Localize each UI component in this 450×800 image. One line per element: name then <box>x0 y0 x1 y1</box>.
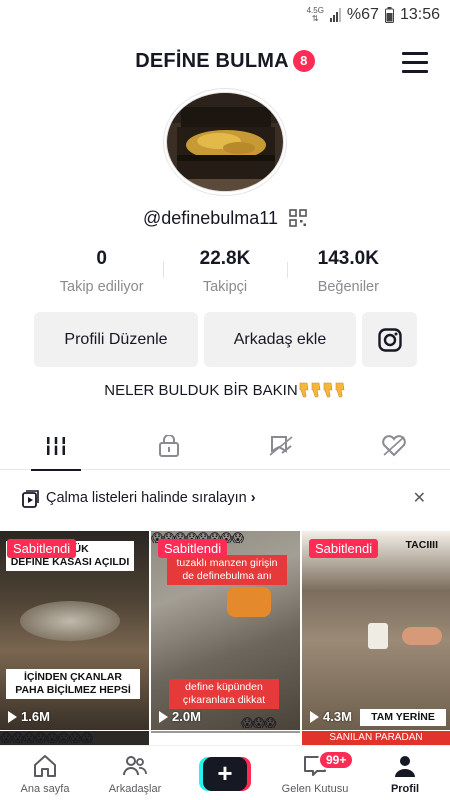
nav-friends[interactable]: Arkadaşlar <box>90 746 180 800</box>
jar-shape <box>368 623 388 649</box>
video-caption-top: TACIIII <box>405 539 438 551</box>
profile-actions: Profili Düzenle Arkadaş ekle <box>34 312 417 367</box>
instagram-button[interactable] <box>362 312 417 367</box>
saved-icon <box>269 436 293 456</box>
profile-icon <box>395 756 415 777</box>
thumbs-down-emoji-icon <box>299 382 309 398</box>
thumbs-down-emoji-icon <box>335 382 345 398</box>
play-icon <box>310 710 319 723</box>
avatar[interactable] <box>166 92 284 192</box>
video-thumbnail[interactable]: SANILAN PARADAN <box>302 731 450 745</box>
nav-home[interactable]: Ana sayfa <box>0 746 90 800</box>
thumbs-down-emoji-icon <box>311 382 321 398</box>
nav-label: Gelen Kutusu <box>281 783 349 795</box>
view-count-value: 4.3M <box>323 709 352 724</box>
bottom-navigation: Ana sayfa Arkadaşlar + 99+ Gelen Kutusu … <box>0 745 450 800</box>
playlist-banner-label: Çalma listeleri halinde sıralayın <box>46 490 247 506</box>
bio-text: NELER BULDUK BİR BAKIN <box>104 382 298 399</box>
tab-liked[interactable] <box>338 422 450 470</box>
glove-shape <box>227 587 271 617</box>
network-indicator: 4.5G ⇅ <box>307 7 324 23</box>
video-thumbnail[interactable]: 😱😱😱😱😱😱😱😱 tuzaklı manzen girişin de defin… <box>151 531 300 730</box>
stat-value: 143.0K <box>317 248 379 269</box>
nav-create[interactable]: + <box>180 746 270 800</box>
video-thumbnail[interactable]: 😱😱😱😱😱😱😱😱 <box>0 731 149 745</box>
stat-following[interactable]: 0 Takip ediliyor <box>40 248 163 298</box>
stat-value: 22.8K <box>199 248 251 269</box>
play-icon <box>8 710 17 723</box>
create-button: + <box>199 757 251 791</box>
bio: NELER BULDUK BİR BAKIN <box>0 382 450 399</box>
video-caption-top: SANILAN PARADAN <box>329 732 423 743</box>
tab-private[interactable] <box>113 422 226 470</box>
view-count: 4.3M <box>310 709 352 724</box>
home-icon <box>34 755 56 777</box>
profile-tabs <box>0 422 450 471</box>
liked-hidden-icon <box>381 435 406 457</box>
video-thumbnail[interactable] <box>151 731 300 745</box>
edit-profile-button[interactable]: Profili Düzenle <box>34 312 198 367</box>
treasure-chest-image <box>167 93 283 191</box>
status-bar: 4.5G ⇅ %67 13:56 <box>0 0 450 30</box>
tab-videos[interactable] <box>0 422 113 471</box>
battery-text: %67 <box>346 6 379 23</box>
stat-likes[interactable]: 143.0K Beğeniler <box>286 248 410 298</box>
nav-label: Ana sayfa <box>20 783 70 795</box>
view-count: 2.0M <box>159 709 201 724</box>
stat-value: 0 <box>96 248 107 269</box>
profile-stats: 0 Takip ediliyor 22.8K Takipçi 143.0K Be… <box>40 248 410 298</box>
lock-icon <box>158 435 179 457</box>
data-arrows-icon: ⇅ <box>311 14 319 23</box>
pinned-badge: Sabitlendi <box>158 539 228 558</box>
stat-label: Takipçi <box>202 279 248 295</box>
notification-badge: 8 <box>292 50 315 72</box>
add-friend-button[interactable]: Arkadaş ekle <box>204 312 356 367</box>
page-title[interactable]: DEFİNE BULMA <box>135 50 289 72</box>
plus-icon: + <box>203 757 247 791</box>
stat-label: Takip ediliyor <box>59 279 144 295</box>
coins-pile <box>20 601 120 641</box>
emoji-decoration: 😱😱😱😱😱😱😱😱 <box>0 731 93 745</box>
nav-label: Arkadaşlar <box>108 783 162 795</box>
profile-header: DEFİNE BULMA 8 <box>0 44 450 84</box>
stat-followers[interactable]: 22.8K Takipçi <box>163 248 286 298</box>
video-thumbnail[interactable]: BÜYÜK DEFİNE KASASI AÇILDI Sabitlendi İÇ… <box>0 531 149 730</box>
playlist-icon <box>22 490 39 508</box>
signal-icon <box>329 8 341 22</box>
close-icon[interactable]: ✕ <box>413 488 426 508</box>
pinned-badge: Sabitlendi <box>309 539 379 558</box>
video-grid: BÜYÜK DEFİNE KASASI AÇILDI Sabitlendi İÇ… <box>0 531 450 745</box>
pinned-badge: Sabitlendi <box>7 539 77 558</box>
video-thumbnail[interactable]: TACIIII Sabitlendi TAM YERİNE 4.3M <box>302 531 450 730</box>
chevron-right-icon: › <box>250 490 256 506</box>
clock: 13:56 <box>399 6 440 23</box>
video-caption-top: tuzaklı manzen girişin de definebulma an… <box>167 555 287 585</box>
instagram-icon <box>377 327 402 352</box>
battery-icon <box>384 7 394 23</box>
stat-label: Beğeniler <box>317 279 379 295</box>
video-caption-bottom: TAM YERİNE <box>360 709 446 726</box>
friends-icon <box>123 756 147 776</box>
title-row: DEFİNE BULMA 8 <box>0 50 450 73</box>
play-icon <box>159 710 168 723</box>
playlist-banner-text: Çalma listeleri halinde sıralayın › <box>46 490 256 506</box>
hand-shape <box>402 627 442 645</box>
qr-code-icon[interactable] <box>289 209 307 227</box>
tab-saved[interactable] <box>225 422 338 470</box>
video-caption-bottom: İÇİNDEN ÇKANLAR PAHA BİÇİLMEZ HEPSİ <box>6 669 140 699</box>
nav-inbox[interactable]: 99+ Gelen Kutusu <box>270 746 360 800</box>
nav-profile[interactable]: Profil <box>360 746 450 800</box>
hamburger-menu-icon[interactable] <box>402 52 428 74</box>
thumbs-down-emoji-icon <box>323 382 333 398</box>
nav-label: Profil <box>390 783 420 795</box>
video-caption-bottom: define küpünden çıkaranlara dikkat <box>169 679 279 709</box>
playlist-banner[interactable]: Çalma listeleri halinde sıralayın › ✕ <box>0 484 450 516</box>
view-count-value: 1.6M <box>21 709 50 724</box>
inbox-badge: 99+ <box>318 750 355 770</box>
username: @definebulma11 <box>142 208 278 228</box>
handle-row: @definebulma11 <box>0 208 450 229</box>
videos-grid-icon <box>45 437 68 455</box>
view-count: 1.6M <box>8 709 50 724</box>
view-count-value: 2.0M <box>172 709 201 724</box>
